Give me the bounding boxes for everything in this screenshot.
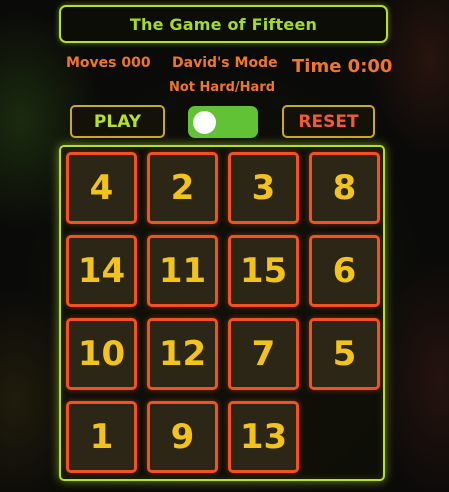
- mode-toggle[interactable]: [188, 106, 258, 138]
- tile[interactable]: 2: [147, 152, 218, 224]
- empty-slot: [309, 401, 380, 473]
- tile[interactable]: 3: [228, 152, 299, 224]
- game-board: 4 2 3 8 14 11 15 6 10 12 7 5 1 9 13: [59, 145, 385, 481]
- tile[interactable]: 8: [309, 152, 380, 224]
- tile[interactable]: 4: [66, 152, 137, 224]
- mode-sublabel: Not Hard/Hard: [169, 80, 276, 95]
- play-button[interactable]: PLAY: [70, 105, 165, 138]
- tile[interactable]: 12: [147, 318, 218, 390]
- tile[interactable]: 5: [309, 318, 380, 390]
- tile[interactable]: 9: [147, 401, 218, 473]
- title-banner: The Game of Fifteen: [59, 5, 388, 43]
- tile[interactable]: 7: [228, 318, 299, 390]
- tile[interactable]: 15: [228, 235, 299, 307]
- moves-counter: Moves 000: [66, 55, 151, 71]
- mode-label: David's Mode: [172, 55, 278, 71]
- tile[interactable]: 6: [309, 235, 380, 307]
- toggle-knob: [193, 111, 216, 134]
- tile[interactable]: 10: [66, 318, 137, 390]
- tile[interactable]: 11: [147, 235, 218, 307]
- tile[interactable]: 13: [228, 401, 299, 473]
- game-title: The Game of Fifteen: [129, 14, 318, 34]
- reset-button[interactable]: RESET: [282, 105, 375, 138]
- timer: Time 0:00: [292, 56, 393, 77]
- tile[interactable]: 14: [66, 235, 137, 307]
- tile[interactable]: 1: [66, 401, 137, 473]
